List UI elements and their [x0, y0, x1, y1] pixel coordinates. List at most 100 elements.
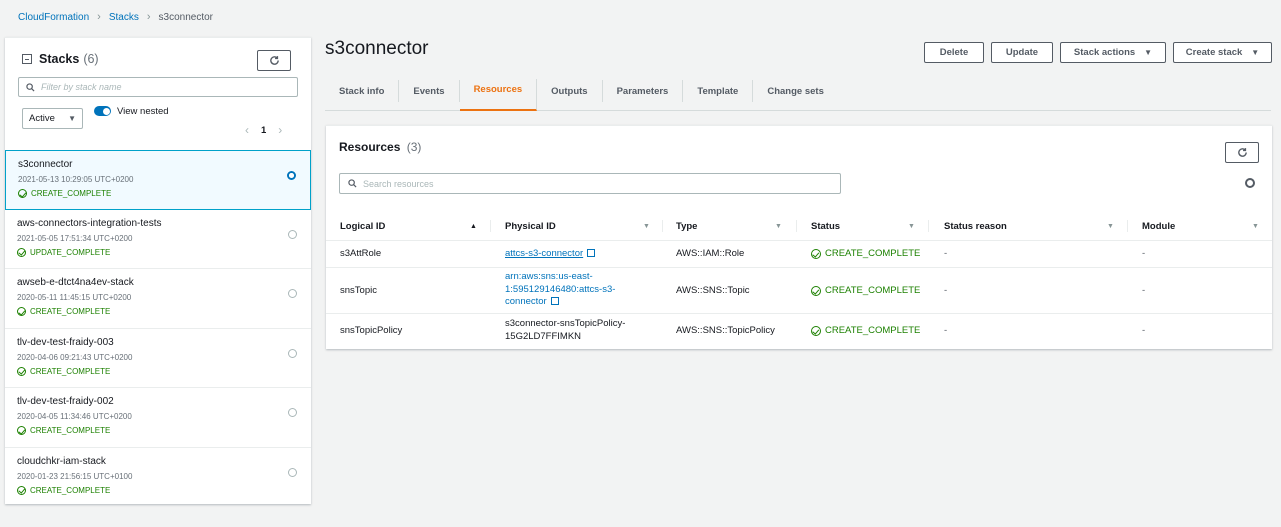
- resources-search-input[interactable]: Search resources: [339, 173, 841, 194]
- stack-radio[interactable]: [287, 171, 296, 180]
- update-button[interactable]: Update: [991, 42, 1053, 63]
- create-stack-label: Create stack: [1185, 47, 1243, 58]
- stack-actions-button[interactable]: Stack actions ▼: [1060, 42, 1166, 63]
- resources-search-placeholder: Search resources: [363, 178, 434, 189]
- sort-ascending-icon: ▲: [470, 222, 477, 230]
- sort-icon: ▼: [1107, 222, 1114, 230]
- column-label: Status: [811, 220, 841, 232]
- resources-panel: Resources (3) Search resources Logical I…: [326, 125, 1272, 349]
- sort-icon: ▼: [643, 222, 650, 230]
- physical-id-line: 15G2LD7FFIMKN: [505, 330, 582, 342]
- check-circle-icon: [811, 286, 821, 297]
- stacks-refresh-button[interactable]: [257, 50, 291, 71]
- create-stack-button[interactable]: Create stack ▼: [1173, 42, 1272, 63]
- stack-filter-input[interactable]: Filter by stack name: [18, 77, 298, 97]
- column-header-module[interactable]: Module ▼: [1142, 211, 1262, 241]
- column-header-type[interactable]: Type ▼: [676, 211, 786, 241]
- tab-events[interactable]: Events: [399, 80, 460, 102]
- stack-status: CREATE_COMPLETE: [17, 307, 299, 316]
- tab-parameters[interactable]: Parameters: [603, 80, 684, 102]
- breadcrumb-cloudformation[interactable]: CloudFormation: [18, 12, 89, 23]
- status-reason: -: [944, 325, 948, 336]
- view-nested-toggle[interactable]: [94, 106, 111, 116]
- refresh-icon: [269, 56, 279, 65]
- chevron-right-icon: ›: [146, 11, 151, 23]
- stack-radio[interactable]: [288, 289, 297, 298]
- column-label: Status reason: [944, 220, 1007, 232]
- stack-item[interactable]: cloudchkr-iam-stack 2020-01-23 21:56:15 …: [5, 448, 311, 508]
- resource-status-text: CREATE_COMPLETE: [825, 325, 921, 336]
- stack-radio[interactable]: [288, 229, 297, 239]
- stack-item[interactable]: aws-connectors-integration-tests 2021-05…: [5, 210, 311, 269]
- refresh-icon: [1237, 148, 1247, 157]
- resource-status-text: CREATE_COMPLETE: [825, 248, 921, 259]
- stack-name: s3connector: [18, 159, 73, 170]
- resources-title: Resources (3): [339, 140, 421, 154]
- table-row: s3AttRole attcs-s3-connector AWS::IAM::R…: [326, 241, 1272, 268]
- column-header-status[interactable]: Status ▼: [811, 211, 921, 241]
- column-divider: [662, 220, 663, 232]
- column-label: Type: [676, 220, 698, 232]
- table-row: snsTopicPolicy s3connector-snsTopicPolic…: [326, 314, 1272, 348]
- status-filter-value: Active: [29, 113, 55, 124]
- chevron-right-icon: ›: [97, 11, 101, 23]
- stack-item[interactable]: awseb-e-dtct4na4ev-stack 2020-05-11 11:4…: [5, 269, 311, 329]
- resource-type: AWS::IAM::Role: [676, 248, 745, 259]
- stack-radio[interactable]: [288, 467, 297, 477]
- delete-button[interactable]: Delete: [924, 42, 984, 63]
- sort-icon: ▼: [1252, 222, 1259, 230]
- physical-id-line: s3connector-snsTopicPolicy-: [505, 318, 626, 329]
- resources-table-header: Logical ID ▲ Physical ID ▼ Type ▼ Status…: [326, 211, 1272, 241]
- caret-down-icon: ▼: [68, 114, 76, 123]
- stacks-count: (6): [83, 52, 99, 66]
- stack-status: UPDATE_COMPLETE: [17, 247, 299, 257]
- resources-refresh-button[interactable]: [1225, 142, 1259, 163]
- chevron-left-icon[interactable]: ‹: [245, 123, 249, 137]
- column-header-logical-id[interactable]: Logical ID ▲: [340, 211, 490, 241]
- check-circle-icon: [17, 247, 26, 257]
- check-circle-icon: [811, 249, 821, 260]
- stack-radio[interactable]: [288, 408, 297, 417]
- check-circle-icon: [811, 326, 821, 337]
- physical-id-line: connector: [505, 296, 547, 307]
- tab-template[interactable]: Template: [683, 80, 754, 102]
- stack-status-text: CREATE_COMPLETE: [30, 366, 111, 376]
- tab-stack-info[interactable]: Stack info: [325, 80, 400, 102]
- column-label: Physical ID: [505, 220, 556, 232]
- column-label: Logical ID: [340, 220, 386, 232]
- breadcrumb-current: s3connector: [158, 11, 213, 23]
- stack-item[interactable]: s3connector 2021-05-13 10:29:05 UTC+0200…: [5, 150, 311, 210]
- collapse-icon[interactable]: [22, 54, 32, 64]
- status-filter-select[interactable]: Active ▼: [22, 108, 83, 129]
- resource-status: CREATE_COMPLETE: [811, 248, 920, 261]
- settings-gear-icon[interactable]: [1245, 178, 1255, 188]
- breadcrumb-stacks[interactable]: Stacks: [109, 12, 139, 23]
- stack-status-text: CREATE_COMPLETE: [30, 485, 111, 495]
- check-circle-icon: [17, 485, 26, 495]
- module: -: [1142, 248, 1146, 259]
- current-page[interactable]: 1: [261, 125, 266, 136]
- stack-item[interactable]: tlv-dev-test-fraidy-002 2020-04-05 11:34…: [5, 388, 311, 448]
- stack-item[interactable]: tlv-dev-test-fraidy-003 2020-04-06 09:21…: [5, 329, 311, 388]
- stack-status-text: UPDATE_COMPLETE: [30, 247, 111, 257]
- physical-id-link[interactable]: arn:aws:sns:us-east- 1:595129146480:attc…: [505, 271, 615, 309]
- physical-id-link[interactable]: attcs-s3-connector: [505, 248, 596, 261]
- tab-outputs[interactable]: Outputs: [537, 80, 603, 102]
- delete-button-label: Delete: [939, 47, 969, 58]
- stack-status: CREATE_COMPLETE: [17, 485, 299, 495]
- physical-id-line: arn:aws:sns:us-east-: [505, 271, 593, 282]
- column-header-status-reason[interactable]: Status reason ▼: [944, 211, 1119, 241]
- column-divider: [928, 220, 929, 232]
- table-row: snsTopic arn:aws:sns:us-east- 1:59512914…: [326, 268, 1272, 314]
- stack-name: awseb-e-dtct4na4ev-stack: [17, 277, 134, 288]
- check-circle-icon: [18, 189, 27, 198]
- column-header-physical-id[interactable]: Physical ID ▼: [505, 211, 653, 241]
- stacks-title-label: Stacks: [39, 52, 80, 66]
- stack-name: aws-connectors-integration-tests: [17, 217, 162, 229]
- chevron-right-icon[interactable]: ›: [278, 123, 282, 137]
- tab-change-sets[interactable]: Change sets: [753, 80, 838, 102]
- stack-name: cloudchkr-iam-stack: [17, 455, 106, 467]
- tab-resources[interactable]: Resources: [459, 79, 538, 111]
- resource-status: CREATE_COMPLETE: [811, 325, 920, 338]
- stack-radio[interactable]: [288, 348, 297, 358]
